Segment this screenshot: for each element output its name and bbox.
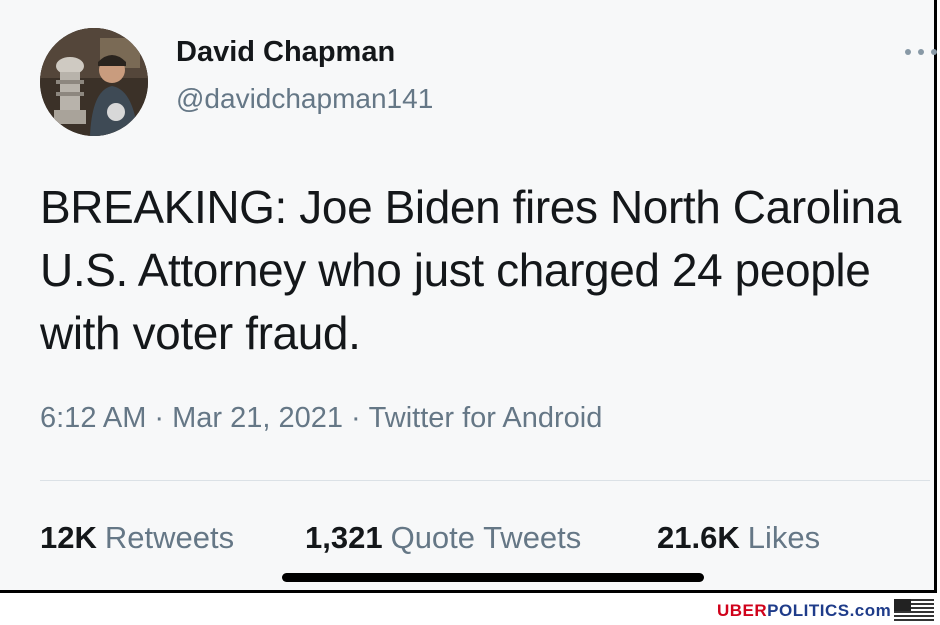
watermark-part1: UBER <box>717 601 768 620</box>
quote-tweets-label: Quote Tweets <box>390 520 582 555</box>
likes-count: 21.6K <box>657 520 740 555</box>
divider <box>40 480 930 481</box>
tweet-source[interactable]: Twitter for Android <box>369 402 603 434</box>
dot <box>905 49 911 55</box>
retweets-label: Retweets <box>104 520 235 555</box>
dot <box>931 49 937 55</box>
watermark-logo: UBERPOLITICS.com <box>717 601 891 621</box>
avatar[interactable] <box>40 28 148 136</box>
author-display-name[interactable]: David Chapman <box>176 36 395 69</box>
tweet-time[interactable]: 6:12 AM <box>40 402 146 434</box>
avatar-image <box>40 28 148 136</box>
separator: · <box>154 402 165 434</box>
quote-tweets-stat[interactable]: 1,321 Quote Tweets <box>305 520 581 556</box>
likes-label: Likes <box>747 520 821 555</box>
retweets-count: 12K <box>40 520 97 555</box>
separator: · <box>350 402 361 434</box>
watermark-part2: POLITICS.com <box>767 601 892 620</box>
us-flag-icon <box>894 599 934 621</box>
tweet-text: BREAKING: Joe Biden fires North Carolina… <box>40 181 901 359</box>
more-options-icon[interactable] <box>905 40 937 64</box>
home-indicator[interactable] <box>282 573 704 582</box>
likes-stat[interactable]: 21.6K Likes <box>657 520 820 556</box>
tweet-screenshot: David Chapman @davidchapman141 BREAKING:… <box>0 0 937 593</box>
author-handle[interactable]: @davidchapman141 <box>176 83 433 115</box>
dot <box>918 49 924 55</box>
quote-tweets-count: 1,321 <box>305 520 383 555</box>
tweet-date[interactable]: Mar 21, 2021 <box>172 402 343 434</box>
tweet-meta: 6:12 AM · Mar 21, 2021 · Twitter for Android <box>40 402 602 435</box>
retweets-stat[interactable]: 12K Retweets <box>40 520 234 556</box>
